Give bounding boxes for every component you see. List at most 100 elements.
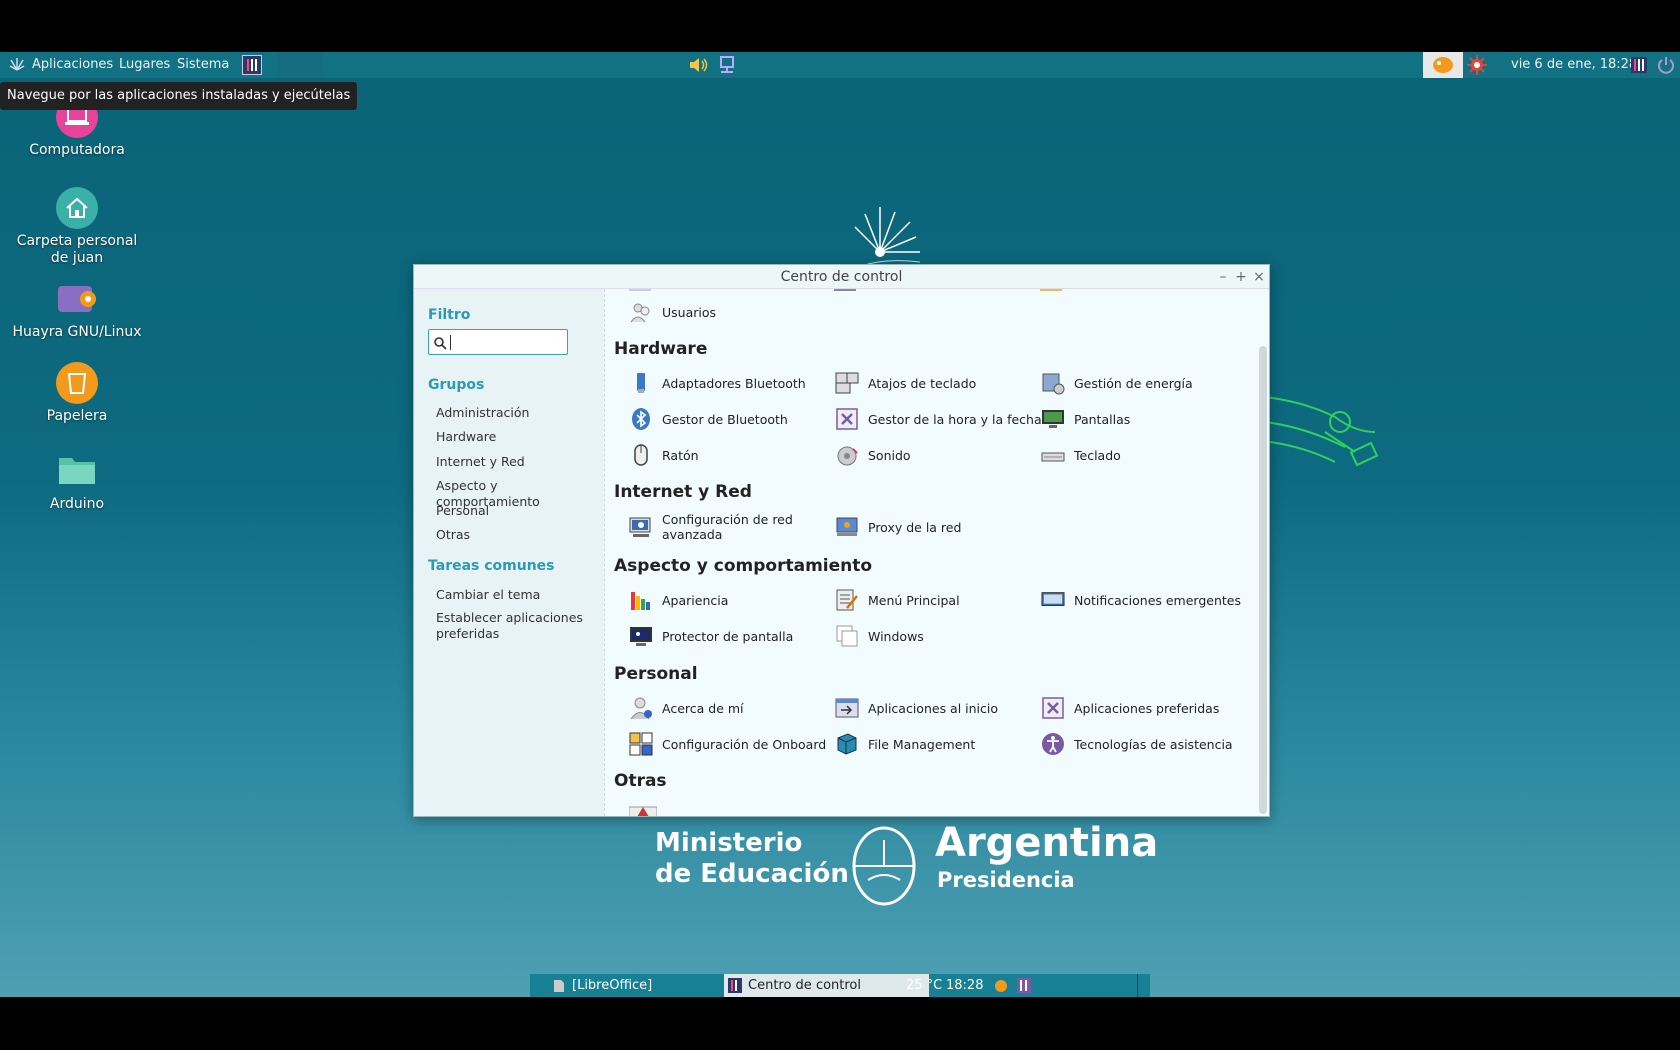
update-icon[interactable]	[1467, 55, 1487, 75]
weather-applet-icon[interactable]	[1423, 52, 1463, 78]
item-label: Notificaciones emergentes	[1074, 592, 1241, 608]
window-title: Centro de control	[780, 269, 903, 285]
content-pane: Usuarios Hardware Adaptadores Bluetooth …	[604, 289, 1269, 816]
item-label: Gestor de Bluetooth	[662, 411, 788, 427]
groups-label: Grupos	[428, 377, 485, 393]
item-label: Apariencia	[662, 592, 729, 608]
doodle-decoration	[1265, 396, 1379, 467]
item-label: Aplicaciones preferidas	[1074, 700, 1220, 716]
main-menu-icon	[836, 589, 858, 611]
search-caret	[450, 335, 451, 350]
network-config-icon	[629, 517, 651, 537]
item-label: Teclado	[1074, 447, 1121, 463]
task-aplicaciones-preferidas[interactable]: Establecer aplicaciones preferidas	[436, 610, 586, 642]
menu-lugares[interactable]: Lugares	[119, 52, 170, 78]
ministerio-logo: Ministerio de Educación Argentina Presid…	[640, 820, 1160, 920]
filter-label: Filtro	[428, 307, 471, 323]
item-label: Gestor de la hora y la fecha	[868, 411, 1042, 427]
bottom-panel: [LibreOffice] Centro de control 25 °C 18…	[530, 974, 1150, 997]
folder-icon	[56, 450, 98, 492]
group-otras[interactable]: Otras	[436, 527, 470, 543]
group-personal[interactable]: Personal	[436, 503, 489, 519]
top-panel: Aplicaciones Lugares Sistema vie 6 de en…	[0, 52, 1680, 78]
libreoffice-icon	[554, 980, 564, 992]
group-hardware[interactable]: Hardware	[436, 429, 496, 445]
desktop-icon-huayra[interactable]: Huayra GNU/Linux	[12, 278, 142, 341]
minimize-button[interactable]: –	[1215, 265, 1231, 289]
category-otras: Otras	[614, 771, 667, 791]
item-label: Atajos de teclado	[868, 375, 977, 391]
notifications-icon	[1041, 592, 1065, 606]
drive-icon	[56, 278, 98, 320]
temperature[interactable]: 25 °C	[906, 974, 942, 997]
weather-small-icon[interactable]	[993, 974, 1011, 997]
power-icon[interactable]	[1656, 55, 1676, 75]
close-button[interactable]: ×	[1251, 265, 1267, 289]
mouse-icon	[634, 444, 648, 466]
users-icon	[630, 303, 650, 323]
item-label: Configuración de red avanzada	[662, 512, 793, 542]
taskbar-item-libreoffice[interactable]: [LibreOffice]	[550, 974, 750, 997]
preferred-apps-icon	[1042, 697, 1064, 719]
clock[interactable]: vie 6 de ene, 18:28	[1511, 52, 1637, 78]
launcher-icon[interactable]	[242, 55, 262, 75]
category-personal: Personal	[614, 664, 698, 684]
category-internet-red: Internet y Red	[614, 482, 752, 502]
category-hardware: Hardware	[614, 339, 708, 359]
desktop-icon-label: Arduino	[49, 496, 105, 512]
menu-aplicaciones[interactable]: Aplicaciones	[32, 52, 113, 78]
workspace-small-icon[interactable]	[1016, 974, 1034, 997]
taskbar-item-centro-control[interactable]: Centro de control	[724, 974, 929, 997]
desktop-icon-label: Huayra GNU/Linux	[12, 324, 142, 340]
search-icon	[434, 337, 447, 350]
maximize-button[interactable]: +	[1233, 265, 1249, 289]
huayra-menu-icon[interactable]	[8, 56, 26, 74]
desktop-icon-label: Carpeta personal de juan	[16, 233, 138, 266]
accessibility-icon	[1042, 733, 1064, 755]
desktop-icon-label: Computadora	[29, 142, 125, 158]
item-label: Adaptadores Bluetooth	[662, 375, 806, 391]
appearance-icon	[631, 592, 650, 610]
logo-sub: Presidencia	[937, 868, 1075, 892]
network-icon[interactable]	[717, 55, 737, 75]
sound-icon	[837, 446, 858, 466]
onboard-icon	[629, 732, 653, 756]
group-administracion[interactable]: Administración	[436, 405, 529, 421]
desktop-icon-arduino[interactable]: Arduino	[12, 450, 142, 513]
clipped-row-icons	[629, 289, 1229, 291]
workspace-icon[interactable]	[1630, 55, 1648, 75]
desktop-icon-papelera[interactable]: Papelera	[12, 362, 142, 425]
startup-apps-icon	[835, 698, 859, 718]
star-decoration	[850, 207, 921, 271]
group-internet-red[interactable]: Internet y Red	[436, 454, 525, 470]
item-label: Proxy de la red	[868, 519, 962, 535]
item-label: Pantallas	[1074, 411, 1131, 427]
desktop-icon-carpeta-personal[interactable]: Carpeta personal de juan	[12, 187, 142, 267]
tooltip: Navegue por las aplicaciones instaladas …	[0, 82, 358, 110]
scrollbar[interactable]	[1259, 346, 1267, 814]
search-input[interactable]	[428, 329, 568, 355]
bluetooth-icon	[632, 408, 650, 430]
item-label: Configuración de Onboard	[662, 736, 827, 752]
bluetooth-adapter-icon	[637, 373, 645, 393]
panel-separator	[1137, 974, 1138, 997]
logo-line1: Ministerio	[655, 828, 803, 858]
screen: Computadora Carpeta personal de juan Hua…	[0, 0, 1680, 1050]
volume-icon[interactable]	[688, 55, 710, 75]
item-label: Acerca de mí	[662, 700, 744, 716]
taskbar-item-label: [LibreOffice]	[572, 978, 653, 993]
bottom-clock[interactable]: 18:28	[946, 974, 983, 997]
desktop-icon-label: Papelera	[46, 408, 108, 424]
panel-empty-slot[interactable]	[277, 52, 323, 78]
logo-country: Argentina	[935, 820, 1159, 866]
item-label: Aplicaciones al inicio	[868, 700, 999, 716]
item-label: Windows	[868, 628, 924, 644]
category-aspecto: Aspecto y comportamiento	[614, 556, 873, 576]
menu-sistema[interactable]: Sistema	[177, 52, 229, 78]
item-label: Usuarios	[662, 304, 717, 320]
logo-line2: de Educación	[655, 859, 849, 889]
window-titlebar[interactable]: Centro de control – + ×	[414, 265, 1269, 289]
clock-icon	[836, 408, 858, 430]
trash-icon	[56, 362, 98, 404]
task-cambiar-tema[interactable]: Cambiar el tema	[436, 587, 540, 603]
